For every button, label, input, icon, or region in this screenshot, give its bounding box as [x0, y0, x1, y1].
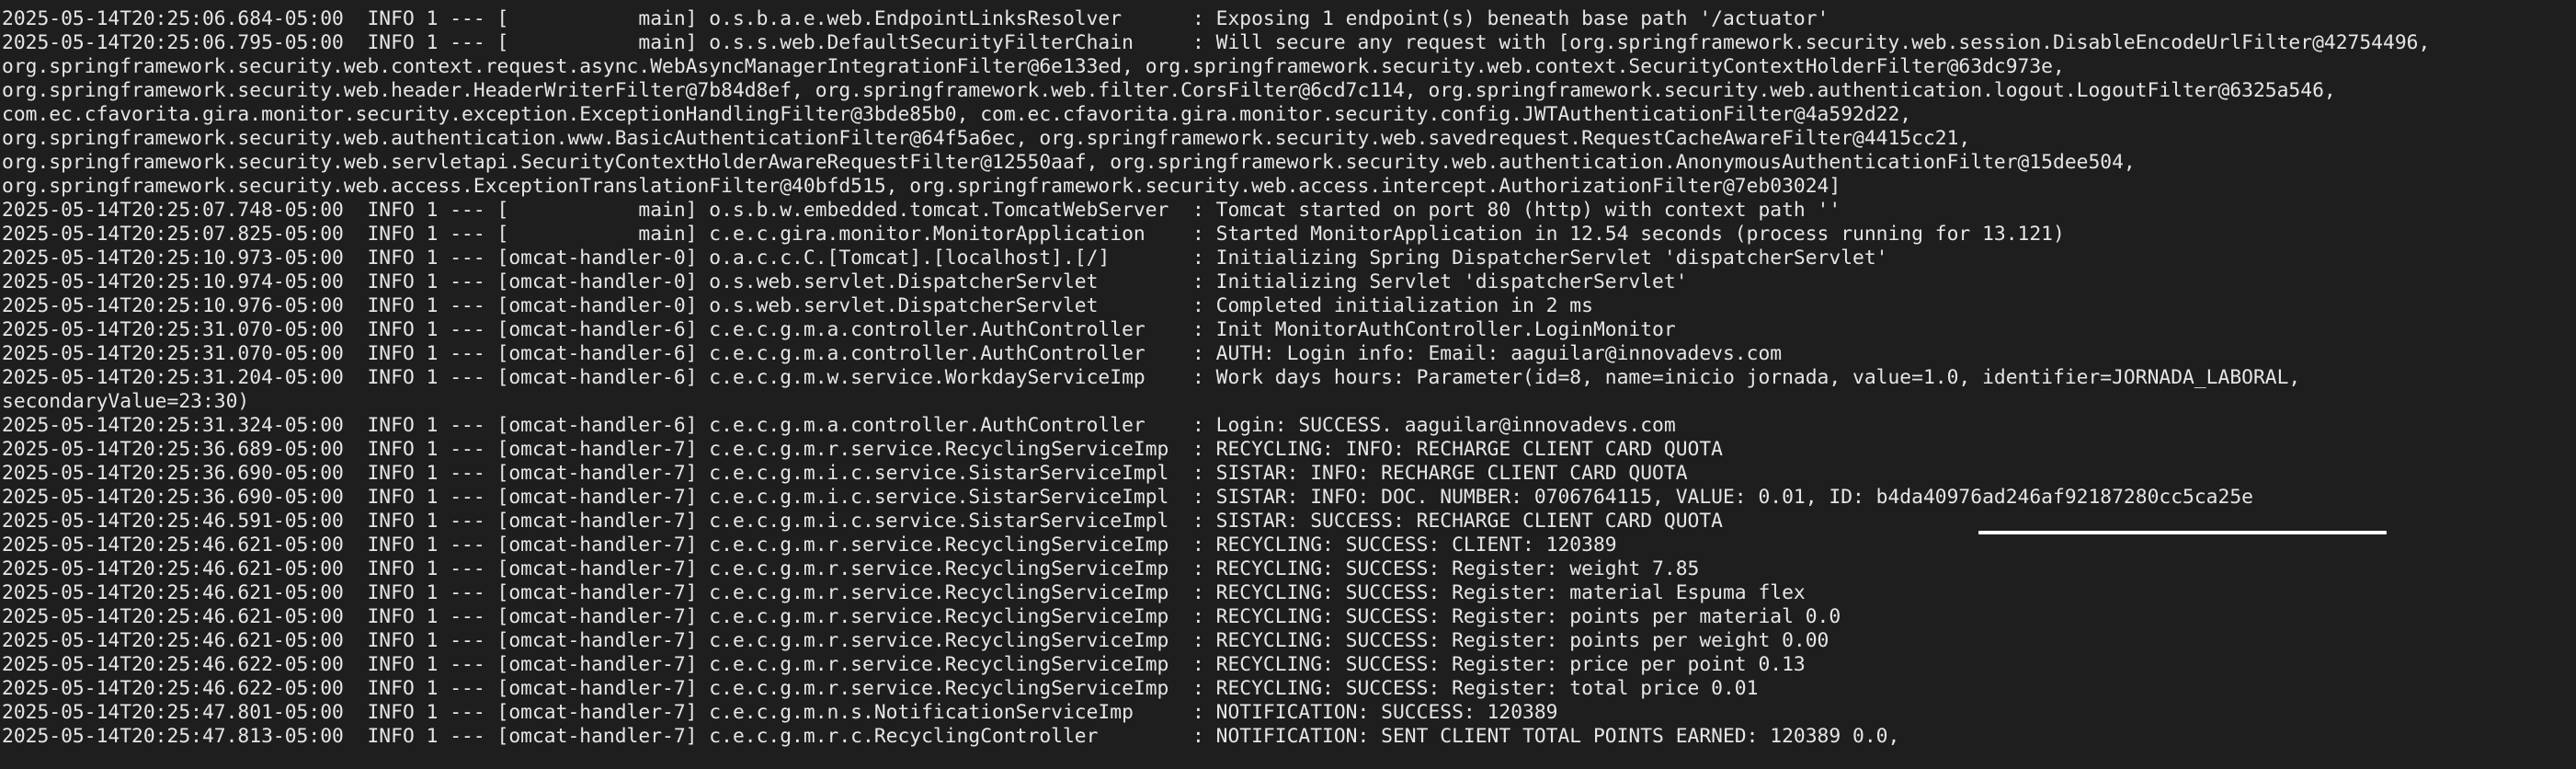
log-line: 2025-05-14T20:25:31.070-05:00 INFO 1 ---… [2, 342, 1783, 365]
log-line: org.springframework.security.web.access.… [2, 175, 1841, 198]
log-line: 2025-05-14T20:25:10.976-05:00 INFO 1 ---… [2, 294, 1593, 317]
log-line: 2025-05-14T20:25:31.070-05:00 INFO 1 ---… [2, 318, 1676, 341]
log-line: com.ec.cfavorita.gira.monitor.security.e… [2, 103, 1912, 126]
log-line: 2025-05-14T20:25:46.621-05:00 INFO 1 ---… [2, 605, 1841, 628]
log-line: 2025-05-14T20:25:31.204-05:00 INFO 1 ---… [2, 366, 2301, 389]
log-line: 2025-05-14T20:25:46.622-05:00 INFO 1 ---… [2, 677, 1759, 700]
log-line: org.springframework.security.web.servlet… [2, 151, 2136, 174]
log-line: 2025-05-14T20:25:07.825-05:00 INFO 1 ---… [2, 223, 2065, 246]
log-line: 2025-05-14T20:25:36.690-05:00 INFO 1 ---… [2, 486, 2253, 509]
log-line: org.springframework.security.web.header.… [2, 79, 2336, 102]
log-line: 2025-05-14T20:25:31.324-05:00 INFO 1 ---… [2, 414, 1676, 437]
log-line: 2025-05-14T20:25:36.689-05:00 INFO 1 ---… [2, 438, 1723, 461]
log-line: 2025-05-14T20:25:10.974-05:00 INFO 1 ---… [2, 270, 1688, 293]
log-line: 2025-05-14T20:25:46.621-05:00 INFO 1 ---… [2, 557, 1700, 580]
log-line: 2025-05-14T20:25:46.622-05:00 INFO 1 ---… [2, 653, 1806, 676]
log-line: 2025-05-14T20:25:46.591-05:00 INFO 1 ---… [2, 510, 1723, 533]
log-line: org.springframework.security.web.context… [2, 55, 2065, 78]
log-line: 2025-05-14T20:25:47.813-05:00 INFO 1 ---… [2, 725, 1900, 748]
log-line: org.springframework.security.web.authent… [2, 127, 1971, 150]
log-line: secondaryValue=23:30) [2, 390, 250, 413]
log-line: 2025-05-14T20:25:10.973-05:00 INFO 1 ---… [2, 247, 1888, 270]
log-line: 2025-05-14T20:25:06.795-05:00 INFO 1 ---… [2, 31, 2431, 54]
log-line: 2025-05-14T20:25:47.801-05:00 INFO 1 ---… [2, 701, 1558, 724]
log-line: 2025-05-14T20:25:46.621-05:00 INFO 1 ---… [2, 629, 1829, 652]
log-line: 2025-05-14T20:25:06.684-05:00 INFO 1 ---… [2, 7, 1829, 30]
log-line: 2025-05-14T20:25:46.621-05:00 INFO 1 ---… [2, 534, 1617, 557]
terminal-output[interactable]: 2025-05-14T20:25:06.684-05:00 INFO 1 ---… [0, 0, 2576, 769]
log-line: 2025-05-14T20:25:46.621-05:00 INFO 1 ---… [2, 581, 1806, 604]
log-line: 2025-05-14T20:25:36.690-05:00 INFO 1 ---… [2, 462, 1688, 485]
id-highlight-underline [1978, 531, 2387, 534]
log-line: 2025-05-14T20:25:07.748-05:00 INFO 1 ---… [2, 199, 1841, 222]
